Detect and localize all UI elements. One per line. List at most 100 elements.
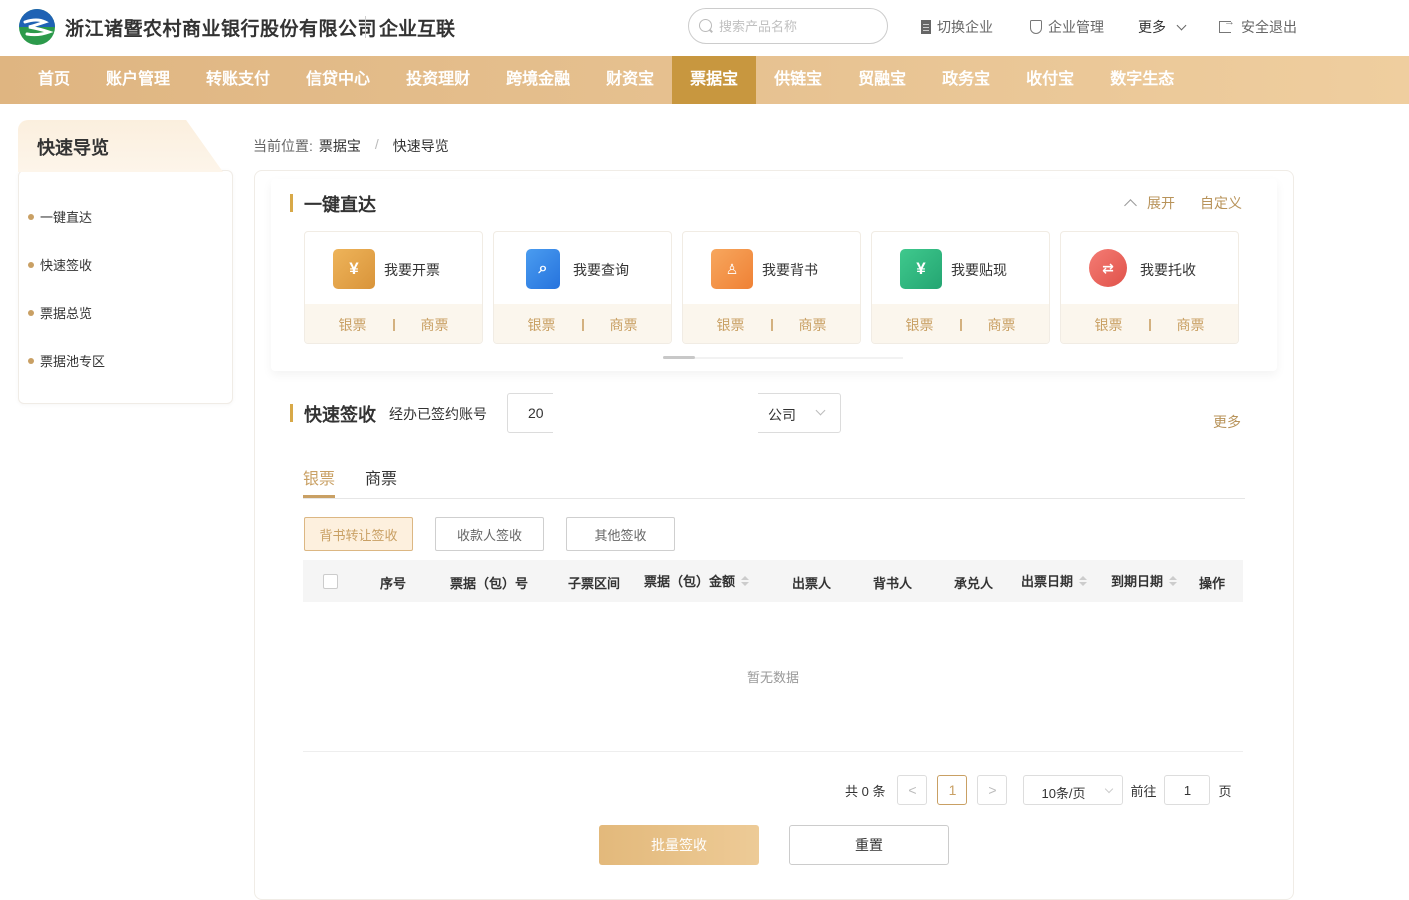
chevron-up-icon (1124, 199, 1137, 212)
quick-card-footer: 银票 商票 (872, 304, 1049, 343)
nav-item-crossborder[interactable]: 跨境金融 (488, 56, 588, 104)
sidebar-item-bill-pool[interactable]: 票据池专区 (28, 351, 105, 370)
quick-card-footer: 银票 商票 (1061, 304, 1238, 343)
nav-item-credit[interactable]: 信贷中心 (288, 56, 388, 104)
nav-item-supply-chain[interactable]: 供链宝 (756, 56, 840, 104)
col-sub-range: 子票区间 (568, 576, 621, 591)
hand-exchange-icon: ⇄ (1089, 249, 1127, 287)
goto-page-input[interactable] (1164, 775, 1211, 805)
account-select[interactable]: 20 公司 (507, 392, 841, 436)
commercial-bill-link[interactable]: 商票 (799, 315, 827, 335)
sidebar-item-bill-overview[interactable]: 票据总览 (28, 303, 92, 322)
quick-card-issue[interactable]: ¥ 我要开票 银票 商票 (304, 231, 483, 344)
nav-item-digital[interactable]: 数字生态 (1092, 56, 1192, 104)
sidebar-item-label: 票据池专区 (40, 354, 106, 369)
bill-type-tabs: 银票 商票 (303, 461, 1245, 499)
quick-card-label[interactable]: 我要背书 (762, 260, 818, 280)
quick-sign-title: 快速签收 (304, 405, 376, 425)
one-click-section: 一键直达 展开 自定义 ¥ 我要开票 银票 商票 ⌕ 我要查询 银票 商票 ♙ (271, 179, 1277, 371)
quick-card-label[interactable]: 我要托收 (1140, 260, 1196, 280)
breadcrumb-current: 快速导览 (392, 138, 449, 154)
endorse-transfer-sign-button[interactable]: 背书转让签收 (304, 517, 413, 551)
breadcrumb-parent[interactable]: 票据宝 (319, 136, 361, 156)
bank-bill-link[interactable]: 银票 (906, 315, 934, 335)
logout-link[interactable]: 安全退出 (1219, 16, 1297, 37)
pagination: 共 0 条 < 1 > 10条/页 前往 页 (845, 775, 1232, 805)
payee-sign-button[interactable]: 收款人签收 (435, 517, 544, 551)
system-name: 企业互联 (379, 19, 456, 40)
quick-card-label[interactable]: 我要查询 (573, 260, 629, 280)
search-input[interactable] (719, 17, 879, 35)
nav-item-payment[interactable]: 收付宝 (1008, 56, 1092, 104)
wallet-yuan-icon: ¥ (900, 249, 942, 289)
quick-card-query[interactable]: ⌕ 我要查询 银票 商票 (493, 231, 672, 344)
switch-company-link[interactable]: 切换企业 (921, 17, 993, 37)
expand-link[interactable]: 展开 (1124, 193, 1175, 213)
nav-item-bills[interactable]: 票据宝 (672, 56, 757, 104)
quick-card-label[interactable]: 我要贴现 (951, 260, 1007, 280)
shield-icon (1030, 20, 1042, 34)
logout-label: 安全退出 (1241, 19, 1297, 35)
product-search[interactable] (688, 8, 888, 44)
sort-icon[interactable] (741, 575, 750, 586)
col-due-date[interactable]: 到期日期 (1111, 571, 1178, 590)
commercial-bill-link[interactable]: 商票 (1177, 315, 1205, 335)
more-menu[interactable]: 更多 (1138, 17, 1187, 37)
page-size-value: 10条/页 (1041, 786, 1086, 801)
carousel-scroll-track[interactable] (663, 357, 903, 359)
bank-bill-link[interactable]: 银票 (528, 315, 556, 335)
clipboard-search-icon: ⌕ (526, 249, 560, 289)
expand-label: 展开 (1147, 195, 1175, 211)
bank-bill-link[interactable]: 银票 (339, 315, 367, 335)
sidebar-item-one-click[interactable]: 一键直达 (28, 207, 92, 226)
endorse-stamp-icon: ♙ (711, 249, 753, 289)
nav-item-transfer[interactable]: 转账支付 (188, 56, 288, 104)
nav-item-home[interactable]: 首页 (20, 56, 88, 104)
divider (392, 318, 395, 331)
building-icon (921, 20, 931, 34)
reset-button[interactable]: 重置 (789, 825, 949, 865)
sidebar-title: 快速导览 (37, 138, 109, 158)
customize-link[interactable]: 自定义 (1200, 193, 1242, 213)
empty-state: 暂无数据 (303, 602, 1243, 752)
carousel-scroll-thumb[interactable] (663, 356, 695, 359)
col-issue-date[interactable]: 出票日期 (1021, 571, 1088, 590)
quick-card-footer: 银票 商票 (305, 304, 482, 343)
nav-item-treasury[interactable]: 财资宝 (588, 56, 672, 104)
sidebar-item-quick-sign[interactable]: 快速签收 (28, 255, 92, 274)
nav-item-account[interactable]: 账户管理 (88, 56, 188, 104)
quick-card-discount[interactable]: ¥ 我要贴现 银票 商票 (871, 231, 1050, 344)
other-sign-button[interactable]: 其他签收 (566, 517, 675, 551)
tab-bank-bill[interactable]: 银票 (303, 465, 336, 498)
nav-item-trade-finance[interactable]: 贸融宝 (840, 56, 924, 104)
company-manage-link[interactable]: 企业管理 (1030, 17, 1104, 37)
next-page-button[interactable]: > (977, 775, 1008, 805)
commercial-bill-link[interactable]: 商票 (988, 315, 1016, 335)
bank-bill-link[interactable]: 银票 (717, 315, 745, 335)
page-1-button[interactable]: 1 (937, 775, 968, 805)
batch-sign-button[interactable]: 批量签收 (599, 825, 759, 865)
prev-page-button[interactable]: < (897, 775, 928, 805)
page-size-select[interactable]: 10条/页 (1023, 775, 1124, 805)
commercial-bill-link[interactable]: 商票 (610, 315, 638, 335)
quick-card-endorse[interactable]: ♙ 我要背书 银票 商票 (682, 231, 861, 344)
quick-card-label[interactable]: 我要开票 (384, 260, 440, 280)
quick-sign-more-link[interactable]: 更多 (1213, 412, 1241, 432)
sort-icon[interactable] (1169, 575, 1178, 586)
sort-icon[interactable] (1079, 575, 1088, 586)
empty-text: 暂无数据 (746, 670, 799, 685)
nav-item-government[interactable]: 政务宝 (924, 56, 1008, 104)
chevron-down-icon (1176, 20, 1187, 30)
tab-commercial-bill[interactable]: 商票 (365, 465, 397, 489)
nav-item-invest[interactable]: 投资理财 (388, 56, 488, 104)
commercial-bill-link[interactable]: 商票 (421, 315, 449, 335)
divider (1148, 318, 1151, 331)
more-label: 更多 (1138, 19, 1166, 35)
table-header: 序号 票据（包）号 子票区间 票据（包）金额 出票人 背书人 承兑人 出票日期 … (303, 560, 1243, 602)
bank-bill-link[interactable]: 银票 (1095, 315, 1123, 335)
bullet-icon (28, 213, 34, 220)
switch-company-label: 切换企业 (937, 19, 993, 35)
col-amount[interactable]: 票据（包）金额 (644, 571, 750, 590)
select-all-checkbox[interactable] (323, 574, 338, 589)
quick-card-collect[interactable]: ⇄ 我要托收 银票 商票 (1060, 231, 1239, 344)
